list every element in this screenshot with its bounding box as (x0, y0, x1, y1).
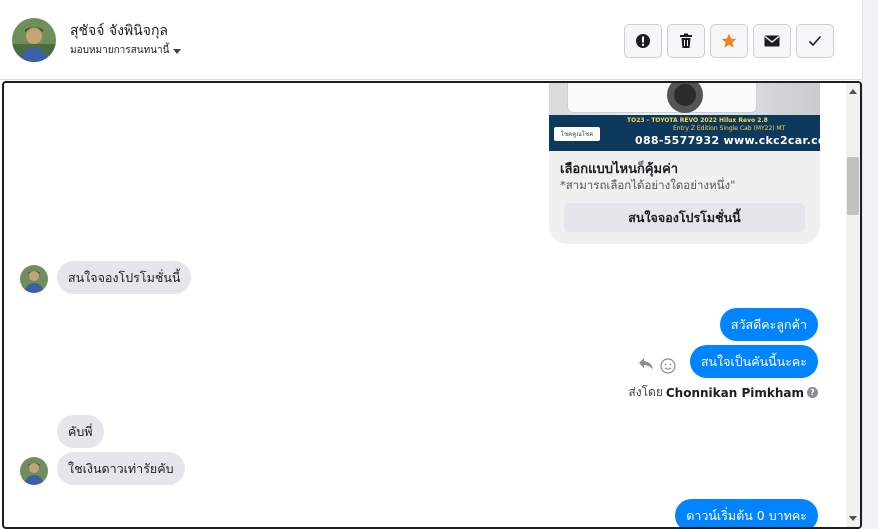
conversation-header: สุชัจจ์ จังพินิจกุล มอบหมายการสนทนานี้ (0, 0, 862, 80)
banner-edition: Entry Z Edition Single Cab (MY22) MT (673, 125, 786, 132)
banner-contact: 088-5577932 www.ckc2car.com (635, 134, 820, 147)
sent-by-prefix: ส่งโดย (628, 385, 663, 399)
outgoing-message[interactable]: สวัสดีคะลูกค้า (719, 308, 818, 341)
assign-conversation-dropdown[interactable]: มอบหมายการสนทนานี้ (70, 43, 182, 58)
mark-done-button[interactable] (796, 24, 834, 58)
scroll-up-arrow-icon[interactable] (849, 89, 857, 94)
message-thread[interactable]: โชคคูณโชค TO23 - TOYOTA REVO 2022 Hilux … (2, 81, 862, 529)
card-subtitle: *สามารถเลือกได้อย่างใดอย่างหนึ่ง" (560, 178, 736, 192)
emoji-reaction-icon[interactable] (660, 358, 676, 374)
mark-spam-button[interactable] (624, 24, 662, 58)
dealer-logo: โชคคูณโชค (554, 127, 600, 141)
banner-model: TO23 - TOYOTA REVO 2022 Hilux Revo 2.8 (627, 117, 768, 124)
incoming-message[interactable]: สนใจจองโปรโมชั่นนี้ (57, 261, 192, 294)
thread-scrollbar[interactable] (846, 83, 860, 527)
incoming-message[interactable]: คับพี่ (57, 415, 104, 448)
side-panel-edge (862, 0, 878, 529)
trash-icon (680, 33, 692, 48)
star-icon (721, 33, 737, 48)
car-picture (567, 83, 757, 113)
delete-button[interactable] (667, 24, 705, 58)
scroll-thumb[interactable] (847, 157, 859, 215)
sent-by-name: Chonnikan Pimkham (665, 385, 804, 400)
sender-avatar (20, 457, 48, 485)
scroll-down-arrow-icon[interactable] (849, 516, 857, 521)
mark-unread-button[interactable] (753, 24, 791, 58)
outgoing-message[interactable]: สนใจเป็นคันนี้นะคะ (689, 345, 818, 378)
alert-icon (636, 34, 650, 48)
check-icon (808, 35, 822, 47)
caret-down-icon (173, 48, 182, 54)
promotion-card: โชคคูณโชค TO23 - TOYOTA REVO 2022 Hilux … (549, 83, 820, 244)
envelope-icon (764, 35, 780, 47)
star-button[interactable] (710, 24, 748, 58)
assign-label: มอบหมายการสนทนานี้ (70, 45, 170, 56)
promotion-image[interactable]: โชคคูณโชค TO23 - TOYOTA REVO 2022 Hilux … (549, 83, 820, 151)
sender-avatar (20, 265, 48, 293)
incoming-message[interactable]: ใชเงินดาวเท่ารัยคับ (57, 452, 185, 485)
contact-name[interactable]: สุชัจจ์ จังพินิจกุล (70, 20, 168, 42)
help-icon[interactable]: ? (807, 387, 818, 398)
conversation-actions (624, 24, 834, 58)
card-title: เลือกแบบไหนก็คุ้มค่า (560, 162, 679, 177)
outgoing-message[interactable]: ดาวน์เริ่มต้น 0 บาทคะ (675, 499, 818, 527)
book-promotion-button[interactable]: สนใจจองโปรโมชั่นนี้ (564, 203, 805, 232)
reply-icon[interactable] (638, 357, 654, 371)
sent-by-label: ส่งโดย Chonnikan Pimkham ? (628, 383, 818, 402)
contact-avatar[interactable] (12, 18, 56, 62)
